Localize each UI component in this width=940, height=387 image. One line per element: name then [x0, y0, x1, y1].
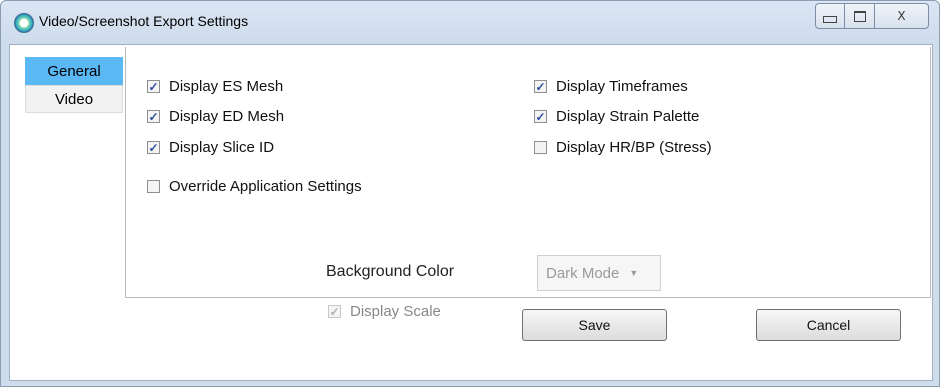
display-timeframes-checkbox[interactable]: ✓ Display Timeframes: [534, 78, 688, 95]
close-icon: X: [897, 9, 906, 23]
general-settings-panel: ✓ Display ES Mesh ✓ Display ED Mesh ✓ Di…: [125, 47, 931, 320]
checkbox-label: Display ES Mesh: [169, 78, 284, 95]
checkbox-unchecked-icon[interactable]: [534, 141, 547, 154]
dialog-content: General Video ✓ Display ES Mesh ✓ Displa…: [9, 44, 933, 381]
tab-strip: General Video: [25, 57, 125, 113]
cancel-button[interactable]: Cancel: [756, 309, 901, 341]
window-controls: X: [815, 3, 929, 29]
title-bar[interactable]: Video/Screenshot Export Settings X: [1, 1, 939, 45]
tab-video[interactable]: Video: [25, 85, 123, 113]
maximize-icon: [853, 10, 866, 22]
checkbox-checked-icon[interactable]: ✓: [147, 80, 160, 93]
export-settings-window: Video/Screenshot Export Settings X Gener…: [0, 0, 940, 387]
checkbox-label: Display Scale: [350, 303, 441, 320]
minimize-icon: [823, 15, 837, 23]
checkbox-checked-icon[interactable]: ✓: [534, 110, 547, 123]
minimize-button[interactable]: [815, 3, 845, 29]
app-icon: [14, 13, 34, 33]
background-color-label: Background Color: [326, 263, 455, 280]
display-scale-checkbox[interactable]: ✓ Display Scale: [328, 303, 441, 320]
display-hr-bp-stress-checkbox[interactable]: Display HR/BP (Stress): [534, 139, 712, 156]
window-title: Video/Screenshot Export Settings: [39, 13, 249, 29]
close-button[interactable]: X: [875, 3, 929, 29]
tab-general[interactable]: General: [25, 57, 123, 85]
background-color-dropdown[interactable]: Dark Mode ▼: [537, 255, 661, 291]
checkbox-label: Display Timeframes: [556, 78, 688, 95]
display-es-mesh-checkbox[interactable]: ✓ Display ES Mesh: [147, 78, 283, 95]
display-ed-mesh-checkbox[interactable]: ✓ Display ED Mesh: [147, 108, 284, 125]
chevron-down-icon: ▼: [629, 268, 639, 278]
dropdown-value: Dark Mode: [546, 264, 620, 282]
checkbox-unchecked-icon[interactable]: [147, 180, 160, 193]
save-button[interactable]: Save: [522, 309, 667, 341]
maximize-button[interactable]: [845, 3, 875, 29]
checkbox-label: Override Application Settings: [169, 178, 362, 195]
checkbox-checked-icon[interactable]: ✓: [147, 141, 160, 154]
override-application-settings-checkbox[interactable]: Override Application Settings: [147, 178, 362, 195]
checkbox-label: Display HR/BP (Stress): [556, 139, 712, 156]
checkbox-label: Display Slice ID: [169, 139, 275, 156]
display-slice-id-checkbox[interactable]: ✓ Display Slice ID: [147, 139, 274, 156]
checkbox-checked-disabled-icon[interactable]: ✓: [328, 305, 341, 318]
checkbox-label: Display Strain Palette: [556, 108, 700, 125]
checkbox-label: Display ED Mesh: [169, 108, 285, 125]
display-strain-palette-checkbox[interactable]: ✓ Display Strain Palette: [534, 108, 699, 125]
checkbox-checked-icon[interactable]: ✓: [534, 80, 547, 93]
checkbox-checked-icon[interactable]: ✓: [147, 110, 160, 123]
